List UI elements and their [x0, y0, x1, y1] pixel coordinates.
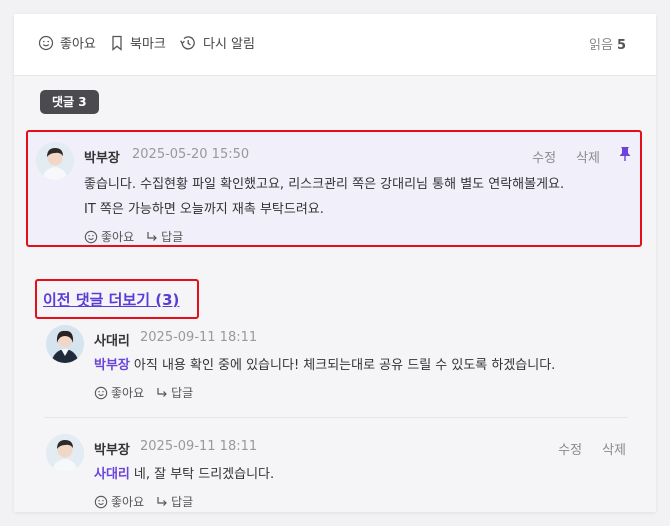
bookmark-icon	[112, 35, 122, 51]
comment-like-label: 좋아요	[101, 230, 135, 244]
avatar[interactable]	[36, 142, 74, 180]
mention-tag[interactable]: 사대리	[94, 467, 130, 482]
avatar[interactable]	[46, 325, 84, 363]
pinned-comment: 박부장 2025-05-20 15:50 수정 삭제 좋습니다. 수집현황 파일…	[26, 130, 642, 247]
edit-button[interactable]: 수정	[532, 147, 556, 166]
comments-section: 댓글 3 박부장 2025-05-20 15:50 수정 삭제 좋습니다. 수집…	[14, 76, 656, 512]
comment-body: 아직 내용 확인 중에 있습니다! 체크되는대로 공유 드릴 수 있도록 하겠습…	[133, 358, 556, 373]
edit-button[interactable]: 수정	[558, 439, 582, 458]
comment-date: 2025-09-11 18:11	[140, 439, 258, 454]
delete-button[interactable]: 삭제	[602, 439, 626, 458]
read-count-value: 5	[616, 38, 626, 53]
reply-comment: 박부장 2025-09-11 18:11 수정 삭제 사대리 네, 잘 부탁 드리…	[14, 434, 656, 512]
remind-action[interactable]: 다시 알림	[179, 33, 255, 52]
reply-arrow-icon	[147, 231, 157, 241]
load-more-comments-link[interactable]: 이전 댓글 더보기 (3)	[43, 289, 179, 310]
smile-icon	[94, 495, 108, 508]
comment-like-button[interactable]: 좋아요	[94, 493, 144, 510]
load-more-highlight: 이전 댓글 더보기 (3)	[35, 279, 199, 319]
comment-reply-label: 답글	[161, 230, 184, 244]
bookmark-action[interactable]: 북마크	[110, 33, 166, 52]
comment-body: 네, 잘 부탁 드리겠습니다.	[133, 467, 275, 482]
delete-button[interactable]: 삭제	[576, 147, 600, 166]
comment-reply-label: 답글	[171, 495, 194, 509]
reply-arrow-icon	[157, 496, 167, 506]
pin-icon[interactable]	[618, 146, 632, 166]
comment-text-line1: 좋습니다. 수집현황 파일 확인했고요, 리스크관리 쪽은 강대리님 통해 별도…	[84, 177, 565, 192]
comment-count-badge: 댓글 3	[40, 90, 99, 114]
comment-edit-delete: 수정 삭제	[532, 147, 600, 166]
comment-date: 2025-05-20 15:50	[132, 147, 250, 162]
comment-text-line2: IT 쪽은 가능하면 오늘까지 재촉 부탁드려요.	[84, 202, 324, 217]
comment-author[interactable]: 박부장	[84, 147, 120, 166]
remind-label: 다시 알림	[203, 37, 255, 52]
comment-reply-button[interactable]: 답글	[146, 228, 183, 245]
like-action[interactable]: 좋아요	[38, 33, 96, 52]
history-icon	[180, 35, 195, 50]
comment-like-button[interactable]: 좋아요	[94, 384, 144, 401]
read-label: 읽음	[589, 38, 613, 53]
avatar[interactable]	[46, 434, 84, 472]
comment-divider	[44, 417, 628, 418]
reply-comment: 사대리 2025-09-11 18:11 박부장 아직 내용 확인 중에 있습니다…	[14, 325, 656, 409]
smile-icon	[38, 35, 54, 50]
comment-reply-label: 답글	[171, 386, 194, 400]
read-count: 읽음 5	[589, 34, 626, 53]
comment-author[interactable]: 사대리	[94, 330, 130, 349]
comment-like-button[interactable]: 좋아요	[84, 228, 134, 245]
comment-actions: 좋아요 답글	[84, 228, 195, 245]
comment-actions: 좋아요 답글	[94, 493, 205, 510]
comment-author[interactable]: 박부장	[94, 439, 130, 458]
comment-text: 사대리 네, 잘 부탁 드리겠습니다.	[94, 462, 274, 487]
smile-icon	[94, 386, 108, 399]
like-label: 좋아요	[60, 37, 96, 52]
comment-text: 박부장 아직 내용 확인 중에 있습니다! 체크되는대로 공유 드릴 수 있도록 …	[94, 353, 555, 378]
mention-tag[interactable]: 박부장	[94, 358, 130, 373]
comment-card: 좋아요 북마크 다시 알림 읽음 5 댓글 3 박부장 2025-05-20 15…	[14, 14, 656, 512]
post-action-bar: 좋아요 북마크 다시 알림 읽음 5	[14, 14, 656, 76]
comment-reply-button[interactable]: 답글	[156, 493, 193, 510]
comment-like-label: 좋아요	[111, 495, 145, 509]
reply-arrow-icon	[157, 387, 167, 397]
comment-edit-delete: 수정 삭제	[558, 439, 626, 458]
comment-date: 2025-09-11 18:11	[140, 330, 258, 345]
comment-reply-button[interactable]: 답글	[156, 384, 193, 401]
comment-actions: 좋아요 답글	[94, 384, 205, 401]
smile-icon	[84, 230, 98, 243]
bookmark-label: 북마크	[130, 37, 166, 52]
comment-like-label: 좋아요	[111, 386, 145, 400]
